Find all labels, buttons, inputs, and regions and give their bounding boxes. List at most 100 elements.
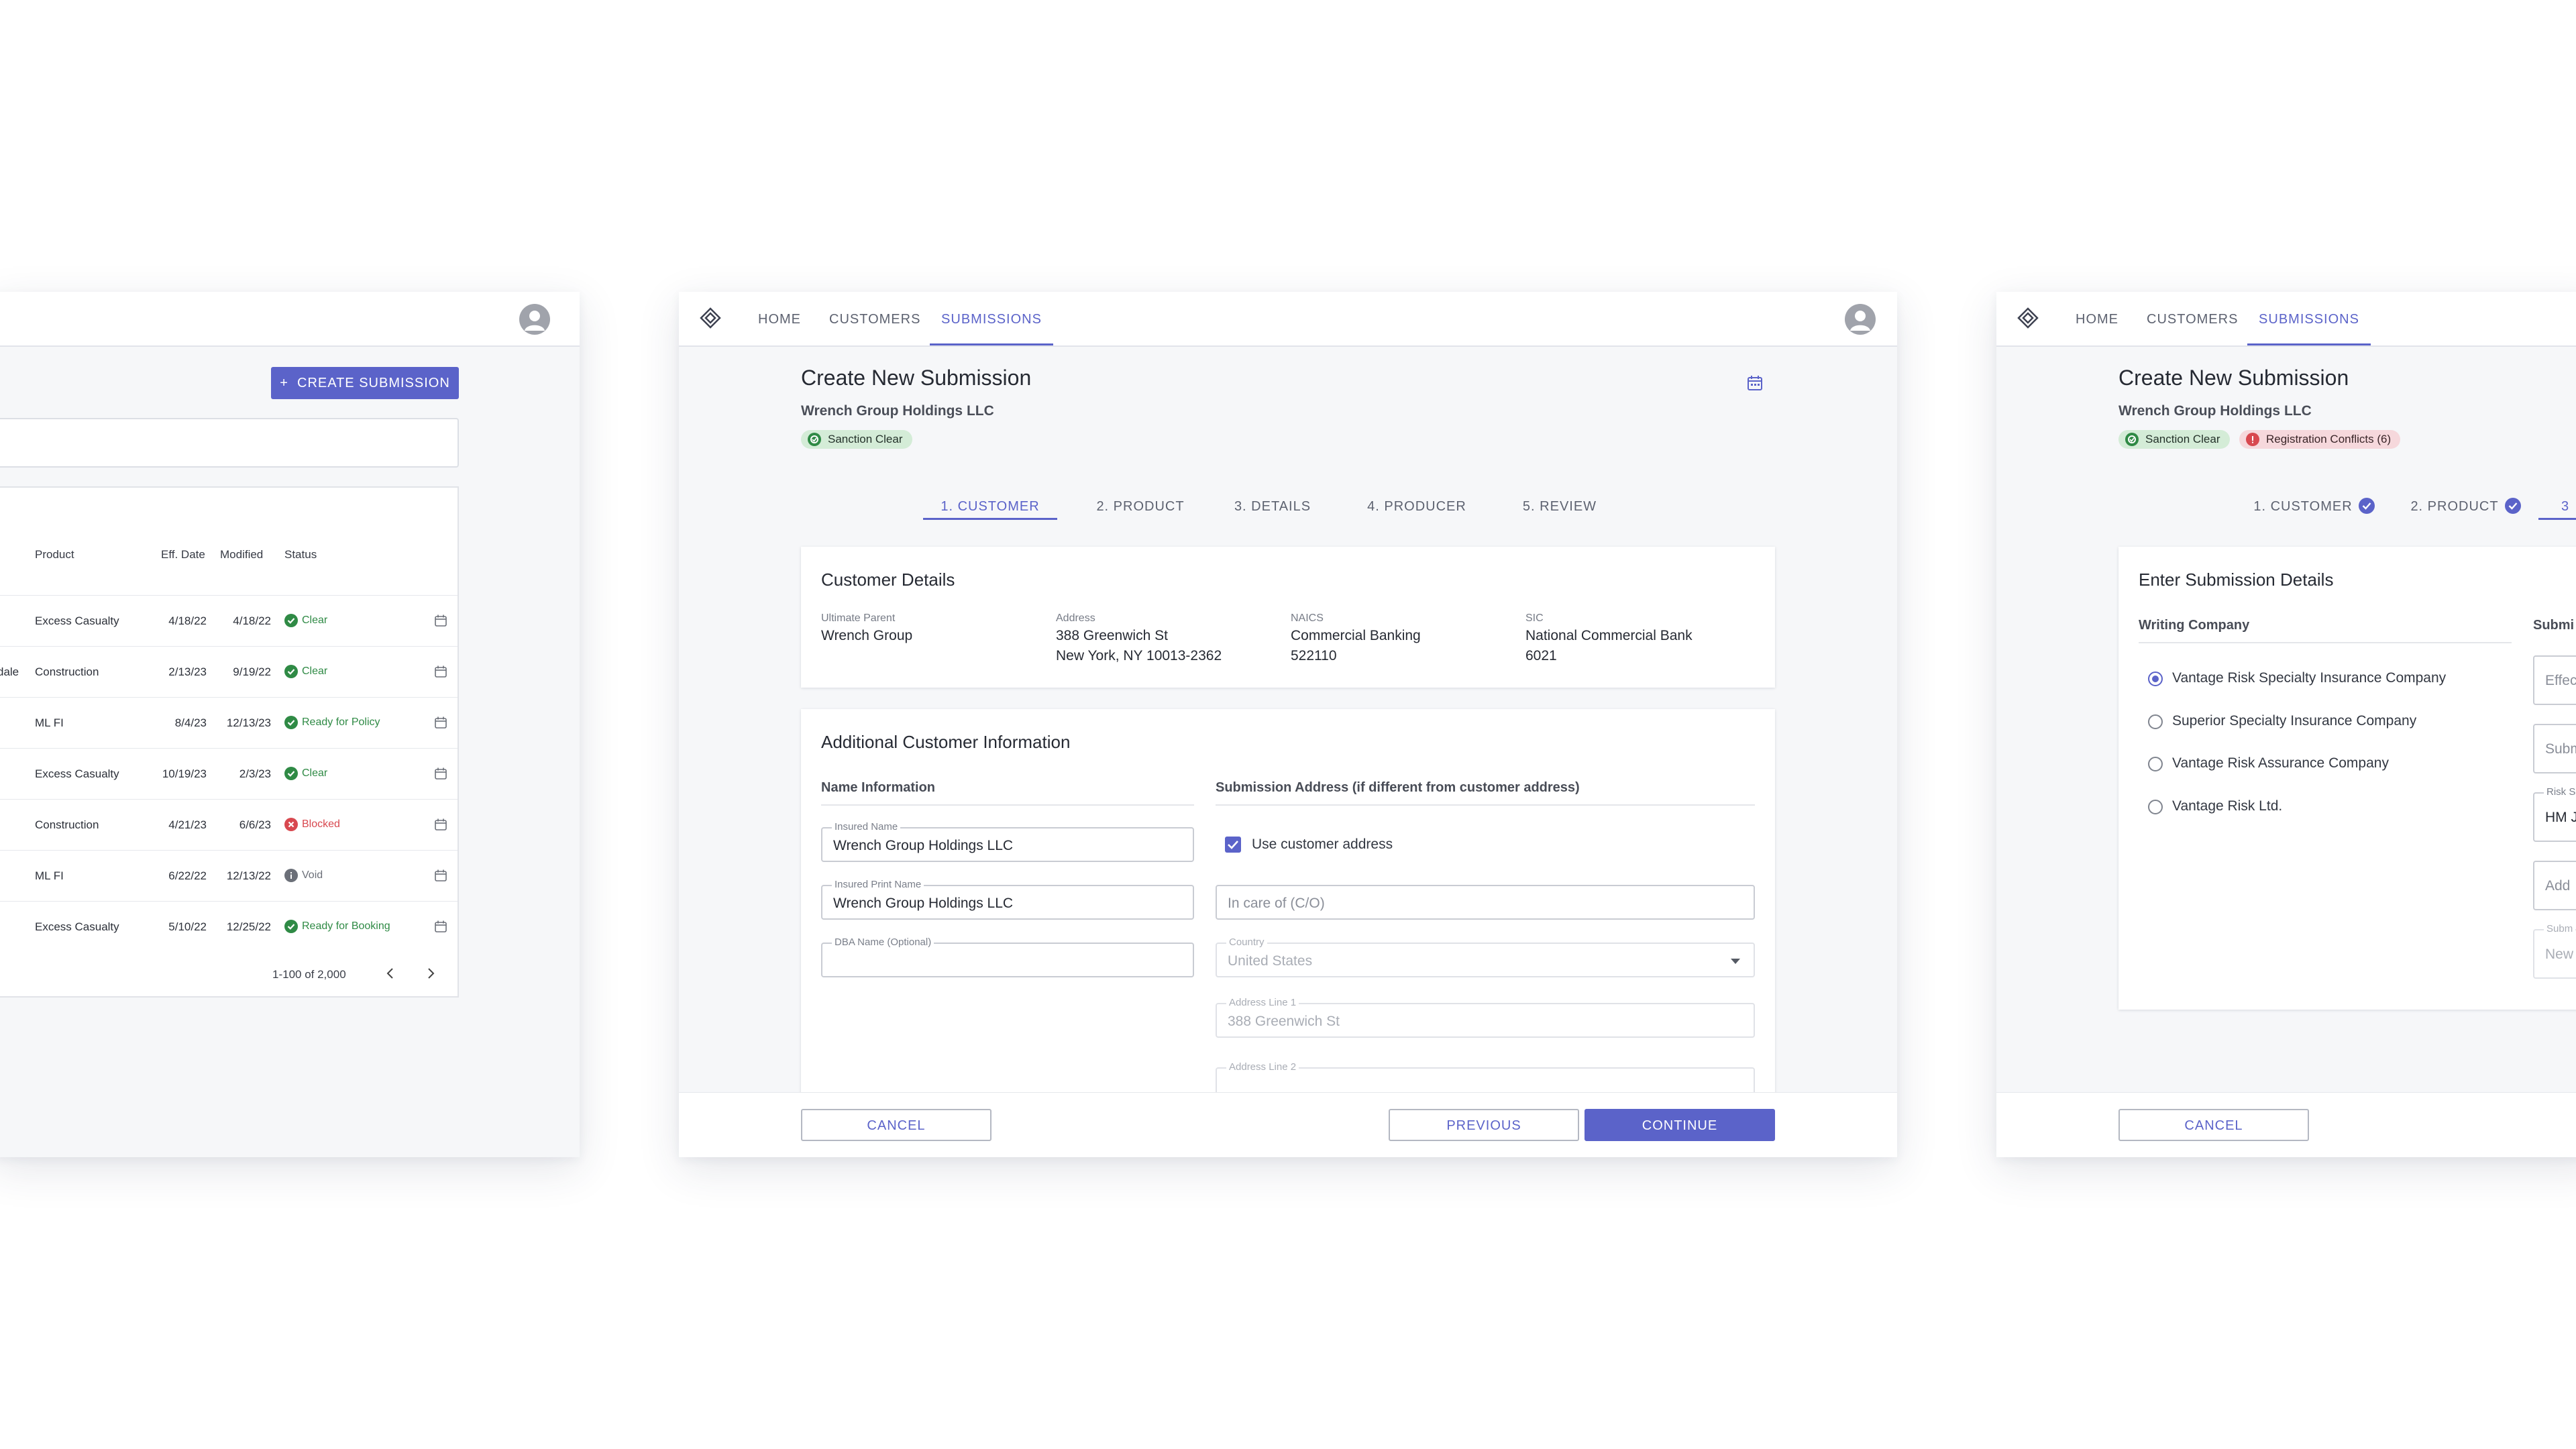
nav-customers[interactable]: CUSTOMERS — [2147, 292, 2238, 345]
submission-address-label: Submission Address (if different from cu… — [1216, 780, 1580, 795]
submission-column-label: Submi — [2533, 618, 2575, 633]
row-modified: 2/3/23 — [239, 767, 271, 780]
nav-home[interactable]: HOME — [2076, 292, 2118, 345]
create-submission-window: HOME CUSTOMERS SUBMISSIONS Create New Su… — [679, 292, 1897, 1157]
row-eff-date: 10/19/23 — [162, 767, 207, 780]
chevron-right-icon[interactable] — [423, 965, 439, 981]
insured-print-name-field[interactable]: Insured Print Name Wrench Group Holdings… — [821, 879, 1194, 920]
previous-button[interactable]: PREVIOUS — [1389, 1109, 1579, 1141]
app-logo-icon[interactable] — [699, 307, 722, 329]
table-row[interactable]: dale Construction 2/13/23 9/19/22 Clear — [0, 646, 458, 698]
step-details[interactable]: 3. DETAILS — [1216, 493, 1330, 520]
writing-company-radio-4[interactable] — [2148, 800, 2163, 814]
row-status: Void — [284, 869, 323, 882]
search-input[interactable] — [0, 418, 459, 468]
calendar-icon[interactable] — [433, 919, 448, 934]
risk-field[interactable]: Risk S HM J — [2533, 786, 2576, 842]
add-field[interactable]: Add — [2533, 861, 2576, 910]
status-icon — [284, 869, 298, 882]
ultimate-parent-value: Wrench Group — [821, 628, 913, 643]
registration-conflicts-badge[interactable]: Registration Conflicts (6) — [2239, 430, 2401, 449]
submission-type-field[interactable]: Subm New — [2533, 923, 2576, 979]
user-avatar-icon[interactable] — [519, 304, 550, 335]
cancel-button[interactable]: CANCEL — [2118, 1109, 2309, 1141]
table-row[interactable]: Excess Casualty 5/10/22 12/25/22 Ready for … — [0, 901, 458, 953]
calendar-icon[interactable] — [433, 715, 448, 730]
dba-name-field[interactable]: DBA Name (Optional) — [821, 936, 1194, 977]
submission-details-card: Enter Submission Details Writing Company… — [2118, 547, 2576, 1010]
step-product[interactable]: 2. PRODUCT — [2399, 493, 2533, 520]
calendar-icon[interactable] — [433, 868, 448, 883]
user-avatar-icon[interactable] — [1845, 304, 1876, 335]
app-logo-icon[interactable] — [2017, 307, 2039, 329]
naics-label: NAICS — [1291, 612, 1324, 624]
nav-submissions[interactable]: SUBMISSIONS — [2247, 292, 2371, 345]
column-header-product[interactable]: Product — [35, 548, 74, 561]
row-product: Excess Casualty — [35, 614, 119, 627]
in-care-of-field[interactable]: In care of (C/O) — [1216, 885, 1755, 920]
calendar-icon[interactable] — [433, 613, 448, 628]
calendar-icon[interactable] — [433, 817, 448, 832]
step-customer[interactable]: 1. CUSTOMER — [923, 493, 1057, 520]
additional-info-card: Additional Customer Information Name Inf… — [801, 709, 1775, 1112]
row-product: Excess Casualty — [35, 767, 119, 780]
writing-company-radio-2[interactable] — [2148, 714, 2163, 729]
address-line1-field[interactable]: Address Line 1 388 Greenwich St — [1216, 997, 1755, 1038]
row-eff-date: 8/4/23 — [174, 716, 207, 729]
row-eff-date: 5/10/22 — [168, 920, 207, 933]
calendar-icon[interactable] — [1746, 374, 1764, 392]
dropdown-caret-icon — [1731, 959, 1740, 964]
sic-name: National Commercial Bank — [1525, 628, 1693, 643]
writing-company-option: Vantage Risk Assurance Company — [2172, 755, 2389, 771]
step-product[interactable]: 2. PRODUCT — [1080, 493, 1201, 520]
step-producer[interactable]: 4. PRODUCER — [1350, 493, 1484, 520]
submissions-table: Product Eff. Date Modified Status Excess… — [0, 486, 459, 998]
sic-label: SIC — [1525, 612, 1544, 624]
sanction-clear-badge: Sanction Clear — [801, 430, 912, 449]
top-nav-bar: HOME CUSTOMERS SUBMISSIONS — [679, 292, 1897, 347]
writing-company-radio-3[interactable] — [2148, 757, 2163, 771]
divider — [1216, 804, 1755, 806]
action-bar: CANCEL PREVIOUS CONTINUE — [679, 1092, 1897, 1157]
row-modified: 4/18/22 — [233, 614, 271, 627]
table-row[interactable]: ML FI 6/22/22 12/13/22 Void — [0, 850, 458, 902]
table-row[interactable]: Excess Casualty 10/19/23 2/3/23 Clear — [0, 748, 458, 800]
status-icon — [284, 920, 298, 933]
step-customer[interactable]: 1. CUSTOMER — [2247, 493, 2381, 520]
nav-home[interactable]: HOME — [758, 292, 801, 345]
writing-company-option: Superior Specialty Insurance Company — [2172, 713, 2417, 729]
step-review[interactable]: 5. REVIEW — [1503, 493, 1617, 520]
step-details[interactable]: 3 — [2538, 493, 2576, 520]
card-title: Customer Details — [821, 570, 955, 590]
row-eff-date: 6/22/22 — [168, 869, 207, 882]
effective-date-field[interactable]: Effec — [2533, 655, 2576, 705]
table-row[interactable]: Excess Casualty 4/18/22 4/18/22 Clear — [0, 595, 458, 647]
nav-submissions[interactable]: SUBMISSIONS — [930, 292, 1053, 345]
page-title: Create New Submission — [2118, 366, 2349, 390]
cancel-button[interactable]: CANCEL — [801, 1109, 991, 1141]
nav-customers[interactable]: CUSTOMERS — [829, 292, 920, 345]
status-icon — [284, 818, 298, 831]
continue-button[interactable]: CONTINUE — [1585, 1109, 1775, 1141]
row-eff-date: 2/13/23 — [168, 665, 207, 678]
column-header-status[interactable]: Status — [284, 548, 317, 561]
calendar-icon[interactable] — [433, 664, 448, 679]
table-row[interactable]: Construction 4/21/23 6/6/23 Blocked — [0, 799, 458, 851]
name-information-label: Name Information — [821, 780, 936, 795]
divider — [2139, 642, 2512, 643]
column-header-eff-date[interactable]: Eff. Date — [161, 548, 205, 561]
column-header-modified[interactable]: Modified — [220, 548, 263, 561]
country-select[interactable]: Country United States — [1216, 936, 1755, 977]
submission-date-field[interactable]: Subm — [2533, 724, 2576, 773]
writing-company-radio-1[interactable] — [2148, 672, 2163, 686]
insured-name-field[interactable]: Insured Name Wrench Group Holdings LLC — [821, 821, 1194, 862]
chevron-left-icon[interactable] — [382, 965, 398, 981]
row-modified: 12/25/22 — [226, 920, 271, 933]
use-customer-address-checkbox[interactable] — [1225, 837, 1241, 853]
create-submission-button[interactable]: + CREATE SUBMISSION — [271, 367, 459, 399]
table-row[interactable]: ML FI 8/4/23 12/13/23 Ready for Policy — [0, 697, 458, 749]
plus-icon: + — [280, 376, 297, 390]
top-nav-bar: HOME CUSTOMERS SUBMISSIONS — [1996, 292, 2576, 347]
check-circle-icon — [2504, 497, 2521, 514]
calendar-icon[interactable] — [433, 766, 448, 781]
